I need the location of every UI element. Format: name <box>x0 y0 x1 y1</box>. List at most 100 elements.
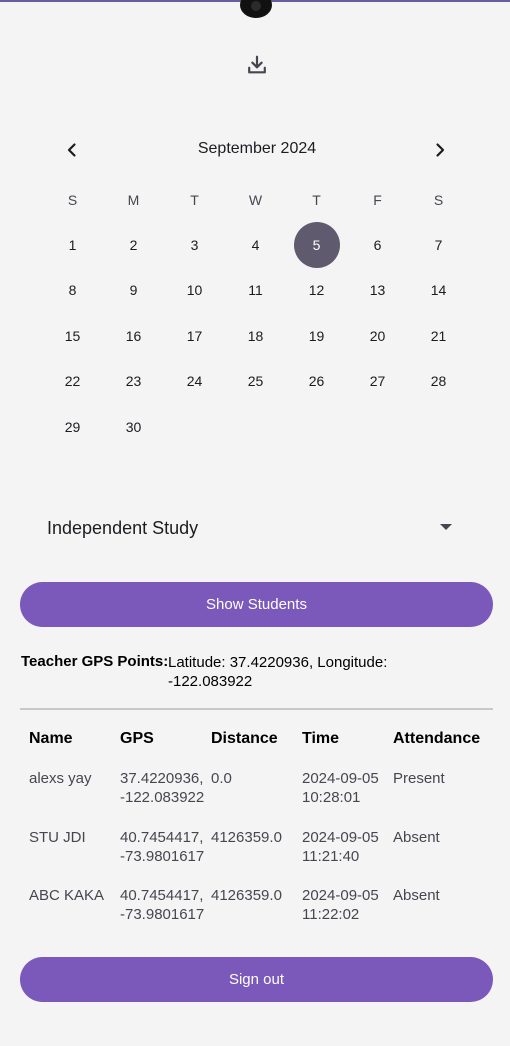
calendar-day[interactable]: 4 <box>225 222 286 268</box>
header-gps: GPS <box>120 730 154 747</box>
calendar-day-label: 23 <box>125 373 142 390</box>
header-distance: Distance <box>211 730 278 747</box>
calendar-day-label: 17 <box>186 327 203 344</box>
cell-time-date: 2024-09-05 <box>302 828 379 846</box>
calendar-day-label: 12 <box>308 282 325 299</box>
calendar-day[interactable]: 23 <box>103 359 164 405</box>
calendar-day-label: 19 <box>308 327 325 344</box>
calendar-day-label: 1 <box>68 236 77 253</box>
calendar-day[interactable]: 1 <box>42 222 103 268</box>
cell-gps: 40.7454417, -73.9801617 <box>120 828 211 887</box>
calendar-day[interactable]: 7 <box>408 222 469 268</box>
calendar-day-label: 11 <box>248 282 263 299</box>
calendar-day-label: 2 <box>129 236 138 253</box>
cell-gps-lon: -122.083922 <box>120 789 205 806</box>
course-dropdown[interactable]: Independent Study <box>20 506 492 550</box>
calendar-day[interactable]: 28 <box>408 359 469 405</box>
calendar-day[interactable]: 25 <box>225 359 286 405</box>
calendar-day[interactable]: 2 <box>103 222 164 268</box>
calendar-day[interactable]: 13 <box>347 268 408 314</box>
next-month-button[interactable] <box>426 136 454 164</box>
table-row: ABC KAKA 40.7454417, -73.9801617 4126359… <box>29 886 499 945</box>
calendar-day[interactable]: 6 <box>347 222 408 268</box>
cell-attendance: Absent <box>393 828 440 846</box>
cell-name: STU JDI <box>29 828 86 846</box>
calendar-day[interactable]: 16 <box>103 313 164 359</box>
calendar-day-label: 5 <box>293 221 340 268</box>
calendar-day-label: 18 <box>247 327 264 344</box>
calendar-day[interactable]: 18 <box>225 313 286 359</box>
cell-gps: 37.4220936, -122.083922 <box>120 769 211 828</box>
weekday-label: S <box>67 192 78 208</box>
calendar-day-label: 14 <box>430 282 447 299</box>
cell-gps: 40.7454417, -73.9801617 <box>120 886 211 945</box>
download-icon <box>248 55 266 74</box>
cell-time: 2024-09-05 11:21:40 <box>302 828 393 887</box>
weekday-label: W <box>248 192 263 208</box>
cell-time-date: 2024-09-05 <box>302 887 379 904</box>
calendar-grid: 1 2 3 4 5 6 7 8 9 10 11 12 13 14 15 16 17 18 19 20 21 22 23 24 2… <box>42 221 469 450</box>
calendar-day-label: 7 <box>434 236 443 253</box>
weekday-row: SMTWTFS <box>42 192 469 208</box>
cell-time: 2024-09-05 10:28:01 <box>302 769 393 828</box>
cell-distance: 0.0 <box>211 770 232 787</box>
calendar-day-label: 22 <box>64 373 81 390</box>
calendar-day-selected[interactable]: 5 <box>286 221 347 268</box>
download-button[interactable] <box>244 52 270 78</box>
header-time: Time <box>302 730 340 747</box>
cell-time-clock: 11:22:02 <box>302 906 360 923</box>
cell-attendance: Present <box>393 770 445 787</box>
cell-time-date: 2024-09-05 <box>302 770 379 787</box>
chevron-right-icon <box>436 143 445 157</box>
table-header: Name GPS Distance Time Attendance <box>29 720 499 758</box>
cell-gps-lon: -73.9801617 <box>120 906 205 923</box>
calendar-day[interactable]: 8 <box>42 268 103 314</box>
header-name: Name <box>29 730 73 747</box>
table-row: STU JDI 40.7454417, -73.9801617 4126359.… <box>29 828 499 887</box>
calendar-day[interactable]: 24 <box>164 359 225 405</box>
weekday-label: T <box>190 192 199 208</box>
divider <box>20 708 493 710</box>
cell-name: ABC KAKA <box>29 887 105 904</box>
teacher-gps-value: Latitude: 37.4220936, Longitude: -122.08… <box>168 653 428 691</box>
calendar-day-label: 6 <box>373 236 382 253</box>
weekday-label: F <box>373 192 382 208</box>
calendar-day[interactable]: 3 <box>164 222 225 268</box>
cell-time: 2024-09-05 11:22:02 <box>302 886 393 945</box>
calendar-day-label: 24 <box>186 373 203 390</box>
calendar-day[interactable]: 26 <box>286 359 347 405</box>
teacher-gps-line1: Latitude: 37.4220936, Longitude: <box>168 654 388 671</box>
calendar-day-label: 8 <box>68 282 77 299</box>
calendar-day[interactable]: 21 <box>408 313 469 359</box>
camera-cutout <box>240 0 272 18</box>
calendar-day-label: 26 <box>308 373 325 390</box>
calendar-day[interactable]: 19 <box>286 313 347 359</box>
calendar-day[interactable]: 11 <box>225 268 286 314</box>
calendar-day-label: 29 <box>64 418 81 435</box>
header-attendance: Attendance <box>393 730 481 747</box>
calendar-day-label: 20 <box>369 327 386 344</box>
calendar-day[interactable]: 29 <box>42 404 103 450</box>
calendar-day[interactable]: 27 <box>347 359 408 405</box>
table-body: alexs yay 37.4220936, -122.083922 0.0 20… <box>29 769 499 945</box>
table-row: alexs yay 37.4220936, -122.083922 0.0 20… <box>29 769 499 828</box>
calendar-day[interactable]: 20 <box>347 313 408 359</box>
weekday-label: S <box>433 192 444 208</box>
calendar-day[interactable]: 17 <box>164 313 225 359</box>
calendar-day-label: 28 <box>430 373 447 390</box>
calendar-day-label: 27 <box>369 373 386 390</box>
calendar-day-label: 3 <box>190 236 199 253</box>
calendar-day[interactable]: 15 <box>42 313 103 359</box>
attendance-table: Name GPS Distance Time Attendance alexs … <box>29 720 499 945</box>
calendar-day-label: 15 <box>64 327 81 344</box>
calendar-day[interactable]: 9 <box>103 268 164 314</box>
calendar-day[interactable]: 30 <box>103 404 164 450</box>
calendar-day[interactable]: 10 <box>164 268 225 314</box>
cell-gps-lat: 40.7454417, <box>120 828 204 846</box>
calendar-header: September 2024 <box>42 134 472 164</box>
calendar-day[interactable]: 22 <box>42 359 103 405</box>
calendar-day[interactable]: 14 <box>408 268 469 314</box>
show-students-button[interactable]: Show Students <box>20 582 493 627</box>
sign-out-button[interactable]: Sign out <box>20 957 493 1002</box>
calendar-day[interactable]: 12 <box>286 268 347 314</box>
